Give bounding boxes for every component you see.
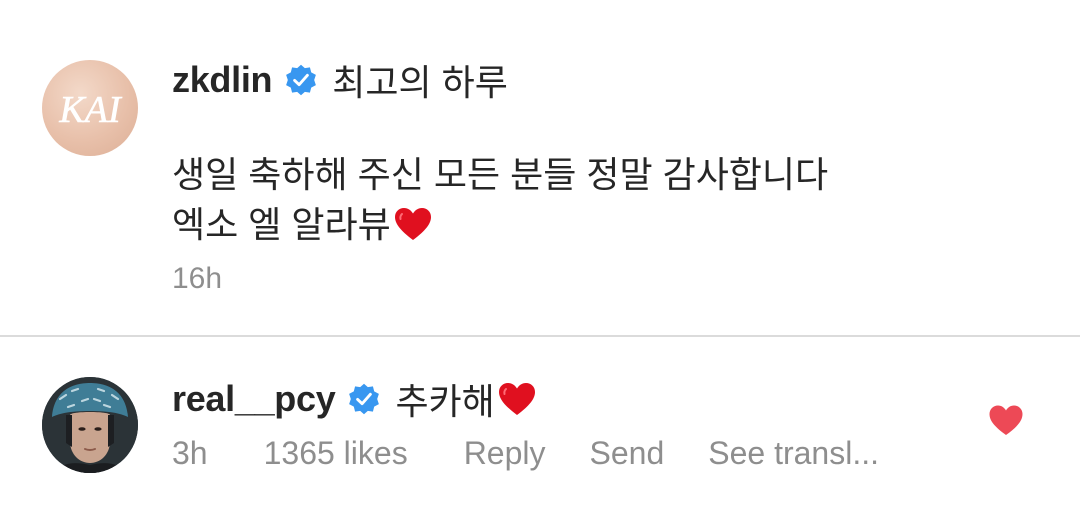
commenter-avatar[interactable] <box>42 377 138 473</box>
comment-text: 추카해 <box>395 373 536 425</box>
comment-actions: 3h 1365 likes Reply Send See transl... <box>172 435 879 472</box>
comment-item: real__pcy 추카해 3h 1365 likes Reply Send S… <box>0 337 1080 528</box>
comment-header: real__pcy 추카해 <box>172 375 537 423</box>
post-username[interactable]: zkdlin <box>172 59 273 101</box>
red-heart-emoji-icon <box>498 383 535 415</box>
svg-text:KAI: KAI <box>58 89 123 131</box>
likes-count-link[interactable]: 1365 likes <box>264 435 408 472</box>
send-button[interactable]: Send <box>590 435 665 472</box>
profile-photo-icon <box>42 377 138 473</box>
heart-filled-icon[interactable] <box>988 404 1024 436</box>
comment-text-content: 추카해 <box>395 381 495 422</box>
post-caption: KAI zkdlin 최고의 하루 생일 축하해 주신 모든 분들 정말 감사합… <box>0 0 1080 335</box>
see-translation-button[interactable]: See transl... <box>708 435 879 472</box>
caption-header: zkdlin 최고의 하루 <box>172 56 508 104</box>
red-heart-emoji-icon <box>394 208 431 240</box>
caption-line-text: 엑소 엘 알라뷰 <box>172 204 391 245</box>
caption-title: 최고의 하루 <box>332 62 508 103</box>
kai-logo-icon: KAI <box>58 89 123 132</box>
comment-timestamp: 3h <box>172 435 208 471</box>
verified-badge-icon <box>286 64 317 96</box>
reply-button[interactable]: Reply <box>464 435 546 472</box>
post-timestamp: 16h <box>172 262 223 295</box>
commenter-username[interactable]: real__pcy <box>172 378 336 420</box>
caption-line: 생일 축하해 주신 모든 분들 정말 감사합니다 <box>172 154 829 195</box>
verified-badge-icon <box>349 383 380 415</box>
caption-line: 엑소 엘 알라뷰 <box>172 200 828 250</box>
post-author-avatar[interactable]: KAI <box>42 60 138 156</box>
caption-body: 생일 축하해 주신 모든 분들 정말 감사합니다 엑소 엘 알라뷰 <box>172 150 828 250</box>
